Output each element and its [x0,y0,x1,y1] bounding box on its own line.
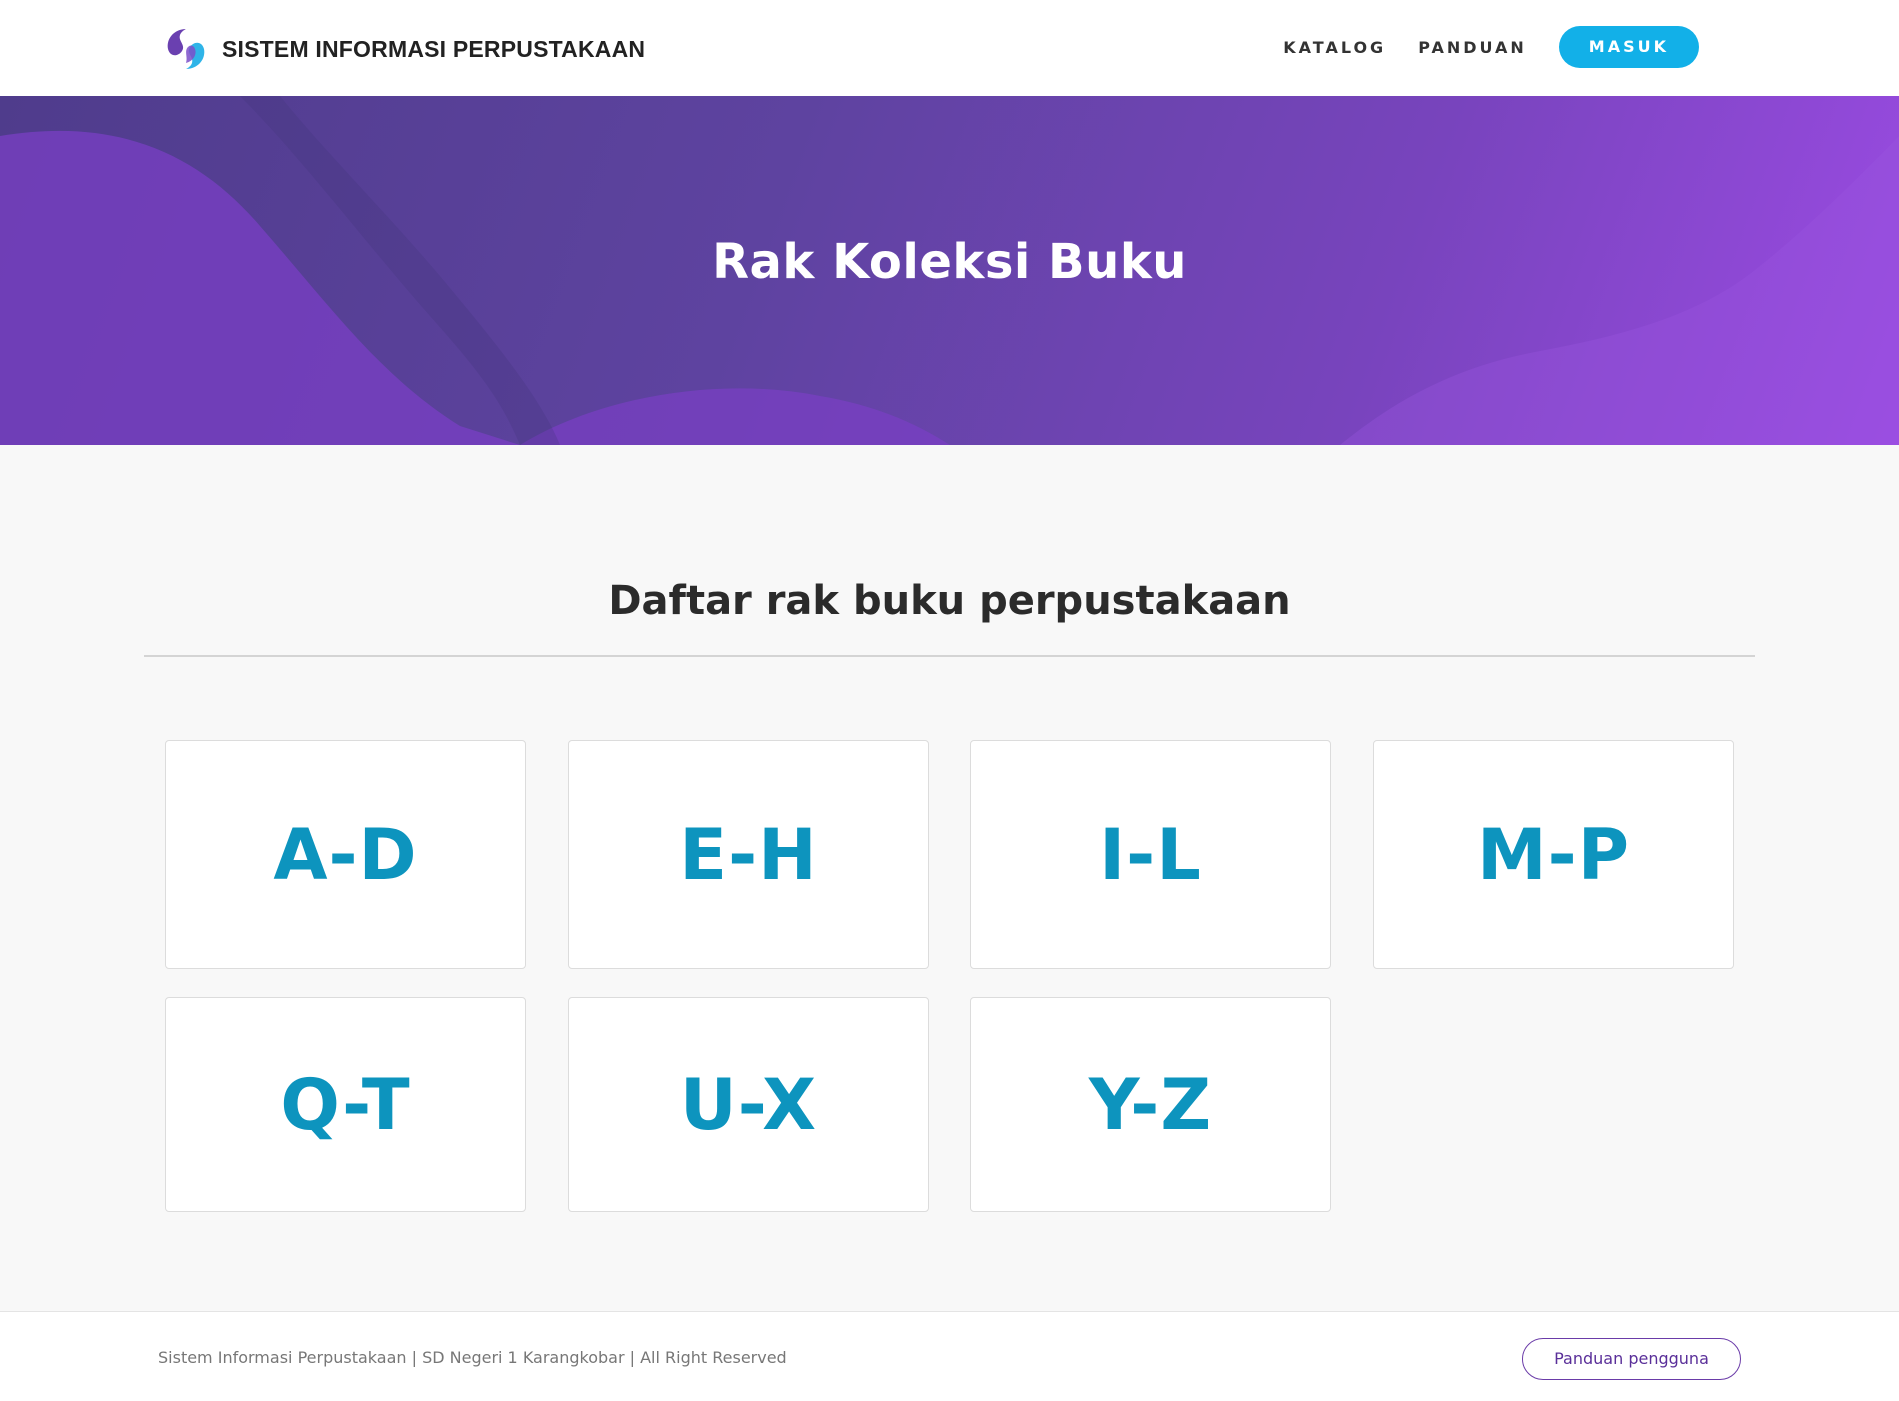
page-title: Rak Koleksi Buku [712,234,1187,290]
shelf-card-a-d[interactable]: A-D [165,740,526,969]
section-divider [144,655,1755,657]
shelf-card-y-z[interactable]: Y-Z [970,997,1331,1212]
shelf-card-u-x[interactable]: U-X [568,997,929,1212]
shelf-label: I-L [1099,813,1202,896]
login-button[interactable]: MASUK [1558,26,1699,68]
hero-banner: Rak Koleksi Buku [0,96,1899,445]
top-navbar: SISTEM INFORMASI PERPUSTAKAAN KATALOG PA… [0,0,1899,96]
shelf-label: Y-Z [1088,1063,1213,1146]
brand-name: SISTEM INFORMASI PERPUSTAKAAN [222,35,646,62]
nav-katalog-link[interactable]: KATALOG [1283,38,1386,57]
footer-copyright: Sistem Informasi Perpustakaan | SD Neger… [158,1348,787,1367]
shelf-card-q-t[interactable]: Q-T [165,997,526,1212]
brand-home-link[interactable]: SISTEM INFORMASI PERPUSTAKAAN [164,27,645,71]
main-nav: KATALOG PANDUAN MASUK [1283,26,1699,68]
shelf-label: E-H [679,813,818,896]
shelf-card-m-p[interactable]: M-P [1373,740,1734,969]
page-footer: Sistem Informasi Perpustakaan | SD Neger… [0,1311,1899,1401]
shelf-label: A-D [273,813,418,896]
shelf-card-e-h[interactable]: E-H [568,740,929,969]
nav-panduan-link[interactable]: PANDUAN [1418,38,1527,57]
library-logo-icon [165,28,207,70]
user-guide-button[interactable]: Panduan pengguna [1522,1338,1741,1380]
section-title: Daftar rak buku perpustakaan [608,578,1291,624]
shelf-card-i-l[interactable]: I-L [970,740,1331,969]
shelf-label: U-X [679,1063,818,1146]
shelf-label: M-P [1476,813,1630,896]
shelf-label: Q-T [280,1063,411,1146]
